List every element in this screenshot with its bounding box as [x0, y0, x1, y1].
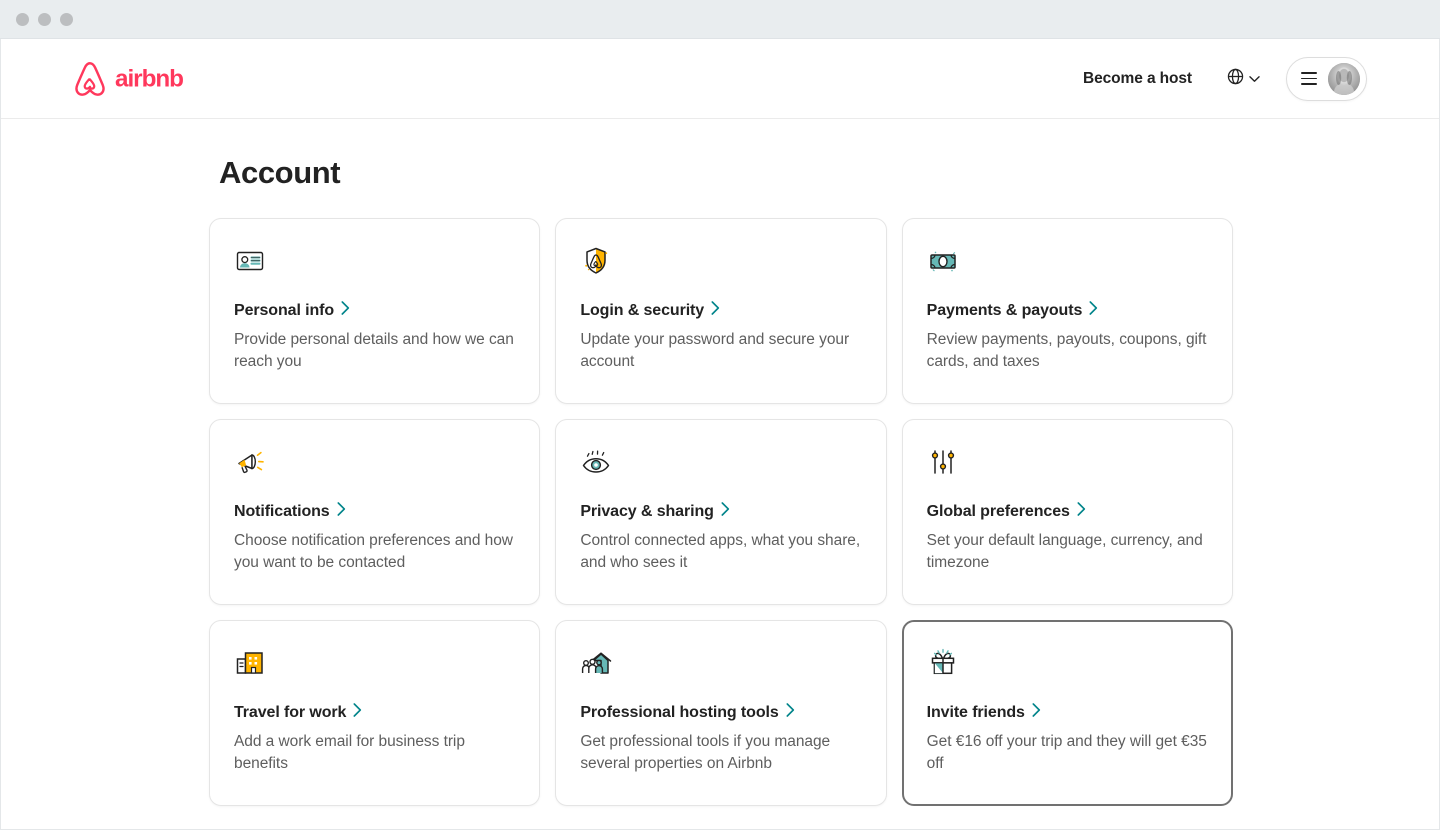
card-description: Review payments, payouts, coupons, gift …	[927, 329, 1208, 372]
chevron-right-icon	[786, 703, 795, 722]
browser-window: airbnb Become a host	[0, 0, 1440, 830]
sliders-icon	[927, 446, 1208, 478]
card-description: Get €16 off your trip and they will get …	[927, 731, 1208, 774]
minimize-button[interactable]	[38, 13, 51, 26]
card-title-text: Login & security	[580, 302, 704, 320]
maximize-button[interactable]	[60, 13, 73, 26]
account-card-notifications[interactable]: Notifications Choose notification prefer…	[209, 419, 540, 605]
house-people-icon	[580, 647, 861, 679]
airbnb-wordmark: airbnb	[115, 65, 225, 93]
card-title-row: Notifications	[234, 502, 515, 521]
site-header: airbnb Become a host	[1, 39, 1439, 119]
card-title-text: Professional hosting tools	[580, 704, 778, 722]
account-card-professional-hosting-tools[interactable]: Professional hosting tools Get professio…	[555, 620, 886, 806]
megaphone-icon	[234, 446, 515, 478]
user-menu-button[interactable]	[1286, 57, 1367, 101]
card-title-row: Global preferences	[927, 502, 1208, 521]
chevron-right-icon	[1077, 502, 1086, 521]
account-card-privacy-sharing[interactable]: Privacy & sharing Control connected apps…	[555, 419, 886, 605]
card-description: Add a work email for business trip benef…	[234, 731, 515, 774]
card-description: Choose notification preferences and how …	[234, 530, 515, 573]
chevron-right-icon	[337, 502, 346, 521]
account-card-invite-friends[interactable]: Invite friends Get €16 off your trip and…	[902, 620, 1233, 806]
chevron-right-icon	[711, 301, 720, 320]
card-description: Control connected apps, what you share, …	[580, 530, 861, 573]
card-title-text: Invite friends	[927, 704, 1025, 722]
office-building-icon	[234, 647, 515, 679]
account-page: Account	[1, 119, 1439, 829]
card-title-row: Login & security	[580, 301, 861, 320]
card-title-text: Privacy & sharing	[580, 503, 713, 521]
close-button[interactable]	[16, 13, 29, 26]
card-title-row: Professional hosting tools	[580, 703, 861, 722]
airbnb-belo-icon	[73, 61, 107, 97]
svg-text:airbnb: airbnb	[115, 65, 183, 92]
card-title-text: Payments & payouts	[927, 302, 1083, 320]
chevron-down-icon	[1249, 70, 1260, 88]
card-title-row: Privacy & sharing	[580, 502, 861, 521]
content-container: Account	[207, 155, 1233, 806]
avatar	[1328, 63, 1360, 95]
language-region-button[interactable]	[1215, 56, 1272, 102]
card-title-row: Payments & payouts	[927, 301, 1208, 320]
become-a-host-button[interactable]: Become a host	[1068, 58, 1207, 100]
account-card-payments-payouts[interactable]: Payments & payouts Review payments, payo…	[902, 218, 1233, 404]
gift-icon	[927, 647, 1208, 679]
window-controls	[16, 13, 73, 26]
chevron-right-icon	[721, 502, 730, 521]
card-title-text: Notifications	[234, 503, 330, 521]
chevron-right-icon	[1089, 301, 1098, 320]
browser-viewport: airbnb Become a host	[0, 39, 1440, 830]
card-description: Get professional tools if you manage sev…	[580, 731, 861, 774]
page-title: Account	[219, 155, 1233, 191]
account-card-global-preferences[interactable]: Global preferences Set your default lang…	[902, 419, 1233, 605]
airbnb-logo[interactable]: airbnb	[73, 61, 225, 97]
hamburger-icon	[1301, 72, 1317, 85]
account-card-travel-for-work[interactable]: Travel for work Add a work email for bus…	[209, 620, 540, 806]
card-title-text: Personal info	[234, 302, 334, 320]
account-card-personal-info[interactable]: Personal info Provide personal details a…	[209, 218, 540, 404]
header-actions: Become a host	[1068, 56, 1367, 102]
chevron-right-icon	[353, 703, 362, 722]
chevron-right-icon	[1032, 703, 1041, 722]
banknote-icon	[927, 245, 1208, 277]
card-description: Update your password and secure your acc…	[580, 329, 861, 372]
account-card-login-security[interactable]: Login & security Update your password an…	[555, 218, 886, 404]
eye-icon	[580, 446, 861, 478]
card-title-row: Invite friends	[927, 703, 1208, 722]
card-title-text: Global preferences	[927, 503, 1070, 521]
card-title-row: Personal info	[234, 301, 515, 320]
browser-titlebar	[0, 0, 1440, 39]
account-settings-grid: Personal info Provide personal details a…	[209, 218, 1233, 806]
chevron-right-icon	[341, 301, 350, 320]
globe-icon	[1227, 68, 1244, 90]
id-card-icon	[234, 245, 515, 277]
shield-icon	[580, 245, 861, 277]
card-title-row: Travel for work	[234, 703, 515, 722]
card-description: Set your default language, currency, and…	[927, 530, 1208, 573]
card-description: Provide personal details and how we can …	[234, 329, 515, 372]
card-title-text: Travel for work	[234, 704, 346, 722]
